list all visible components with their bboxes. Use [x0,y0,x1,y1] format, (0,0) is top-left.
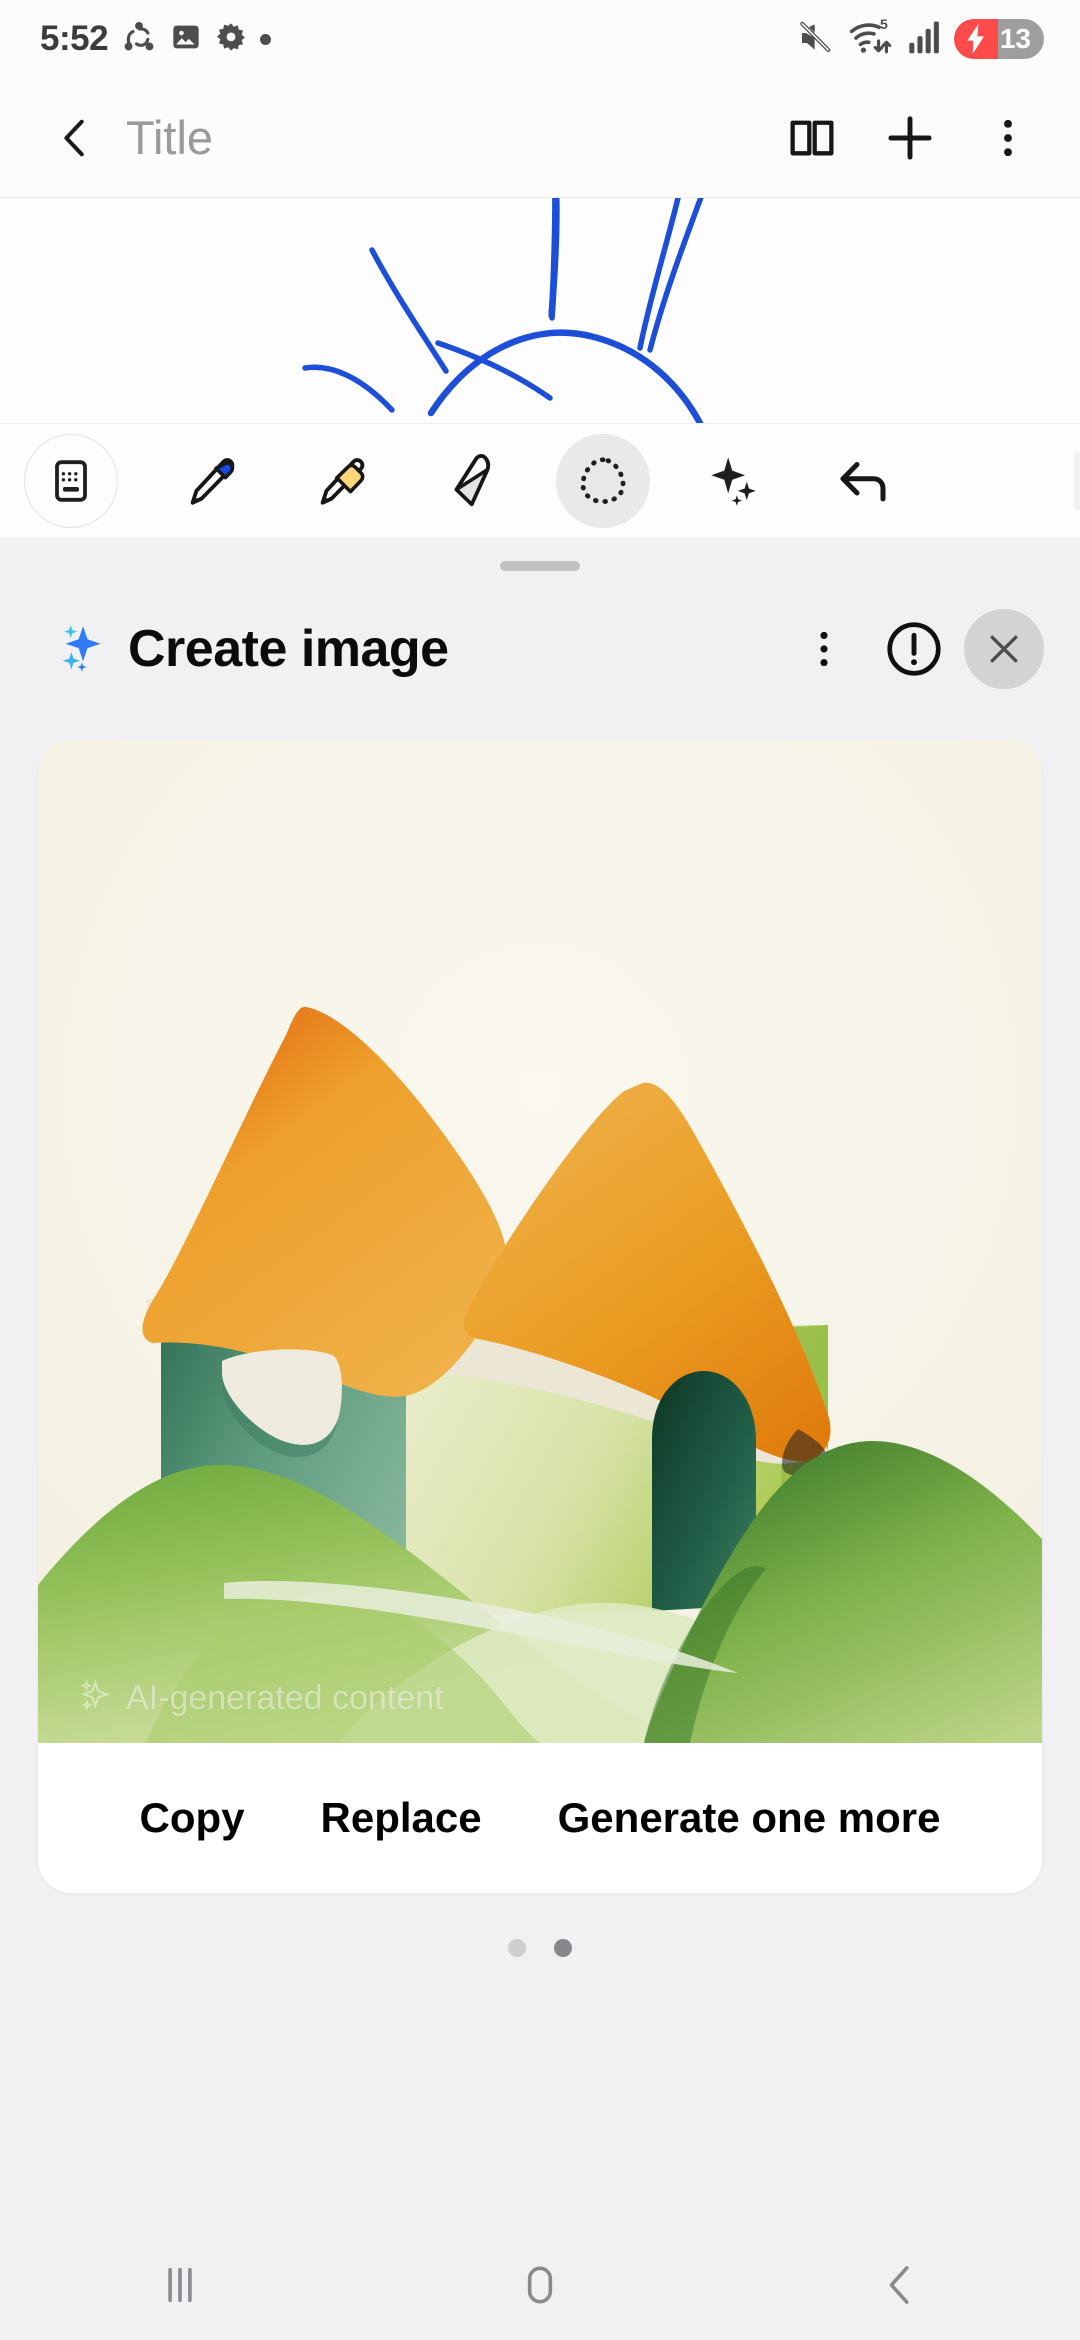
recents-button[interactable] [110,2230,250,2340]
toolbar-scroll-edge[interactable] [1074,452,1080,510]
create-image-sheet: Create image AI-generated content Copy R… [0,537,1080,2230]
add-button[interactable] [872,100,948,176]
home-button[interactable] [470,2230,610,2340]
eraser-tool-button[interactable] [426,434,520,528]
ai-sparkle-icon [76,1676,116,1721]
battery-indicator: 13 [953,19,1044,59]
ai-sparkle-icon [711,456,756,506]
result-card: AI-generated content Copy Replace Genera… [38,739,1042,1893]
back-button-nav[interactable] [830,2230,970,2340]
ai-assist-tool-button[interactable] [686,434,780,528]
sheet-header-actions [784,609,1044,689]
navigation-bar [0,2230,1080,2340]
pen-toolbar [0,423,1080,537]
back-icon [889,2266,909,2304]
sound-mute-icon [795,17,835,62]
sheet-close-button[interactable] [964,609,1044,689]
keyboard-icon [55,459,87,502]
more-options-icon [820,631,828,667]
cellular-signal-icon [907,19,941,60]
page-dot[interactable] [508,1939,526,1957]
info-circle-icon [887,622,941,676]
charging-bolt-icon [954,24,998,54]
copy-button[interactable]: Copy [102,1743,283,1893]
generate-one-more-button[interactable]: Generate one more [520,1743,979,1893]
back-button[interactable] [40,103,110,173]
generated-image[interactable]: AI-generated content [38,739,1042,1743]
lasso-select-tool-button[interactable] [556,433,650,528]
wifi-level-label: 5 [880,17,888,32]
house-illustration [38,739,1042,1743]
wifi-icon: 5 [848,16,894,62]
book-view-button[interactable] [774,100,850,176]
battery-percent-label: 13 [999,23,1031,54]
note-title[interactable]: Title [126,110,774,165]
share-nodes-icon [121,19,157,60]
dot-indicator-icon [260,33,272,45]
sheet-info-button[interactable] [874,609,954,689]
undo-button[interactable] [816,434,910,528]
pen-icon [190,457,235,505]
status-bar: 5:52 5 13 [0,0,1080,78]
recents-icon [168,2267,192,2303]
highlighter-icon [320,457,365,505]
app-bar: Title [0,78,1080,198]
card-actions: Copy Replace Generate one more [38,1743,1042,1893]
lasso-select-icon [580,456,626,504]
sheet-title-wrap: Create image [56,619,784,680]
ai-sparkle-icon [56,619,112,680]
sheet-title: Create image [128,620,449,678]
more-options-button[interactable] [970,100,1046,176]
status-bar-right: 5 13 [795,16,1044,62]
close-icon [990,635,1018,663]
status-clock: 5:52 [40,19,109,58]
settings-gear-icon [215,21,247,58]
ai-watermark: AI-generated content [76,1676,444,1721]
gallery-image-icon [170,21,202,58]
app-bar-actions [774,100,1046,176]
add-icon [888,115,932,160]
highlighter-tool-button[interactable] [296,434,390,528]
keyboard-tool-button[interactable] [24,433,118,528]
chevron-left-icon [64,119,84,156]
home-icon [527,2266,553,2304]
replace-button[interactable]: Replace [283,1743,520,1893]
sheet-more-options-button[interactable] [784,609,864,689]
page-indicator [508,1939,572,1957]
undo-icon [840,461,886,501]
sheet-drag-handle[interactable] [500,561,580,571]
eraser-icon [454,453,491,506]
note-canvas[interactable] [0,198,1080,423]
ink-drawing [302,198,704,423]
status-bar-left: 5:52 [40,19,272,60]
ai-watermark-label: AI-generated content [126,1679,444,1717]
book-view-icon [790,120,834,155]
page-dot-active[interactable] [554,1939,572,1957]
more-options-icon [1004,119,1012,156]
sheet-header: Create image [0,593,1080,705]
pen-tool-button[interactable] [166,434,260,528]
